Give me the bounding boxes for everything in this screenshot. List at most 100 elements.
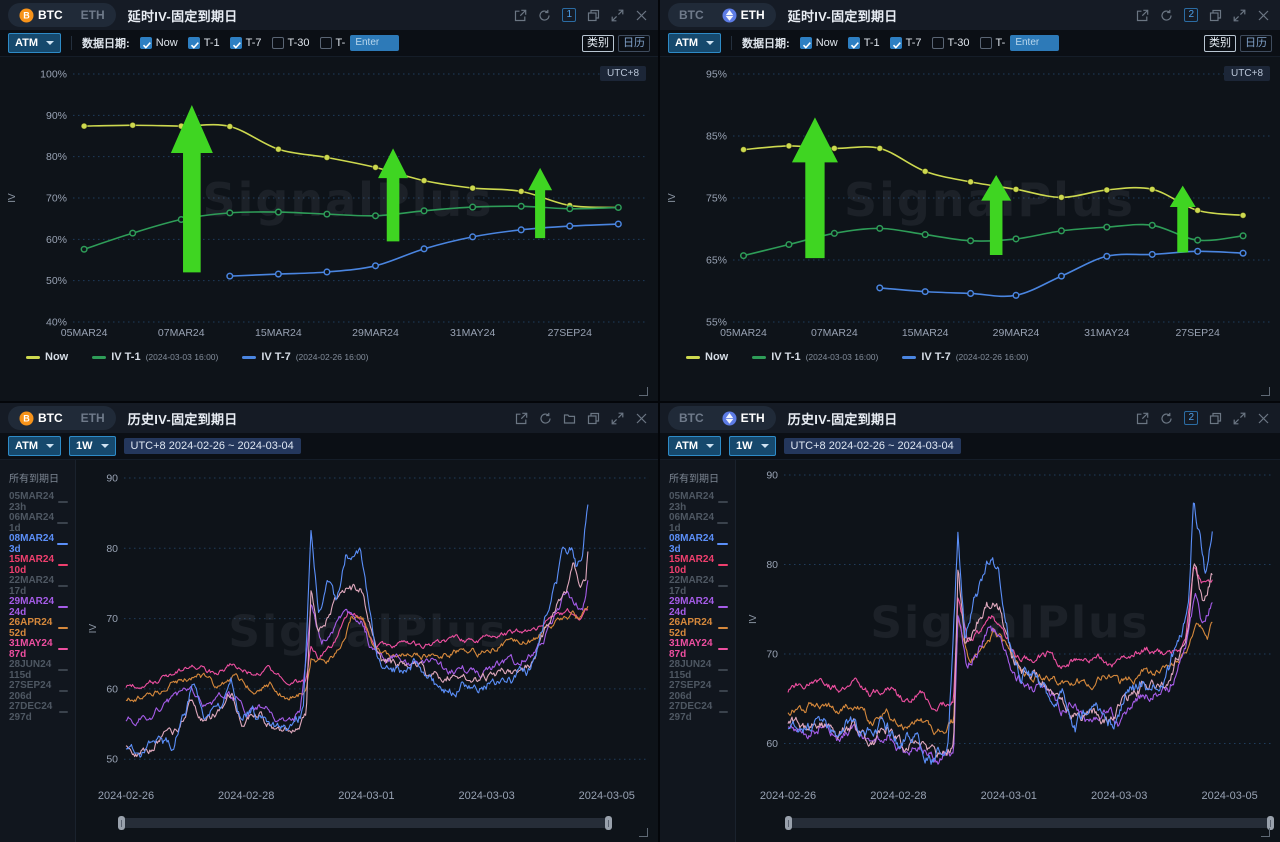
checkbox-now[interactable]: Now xyxy=(140,37,178,49)
legend-item[interactable]: IV T-7(2024-02-26 16:00) xyxy=(902,351,1028,363)
coin-btc-toggle[interactable]: BBTC xyxy=(10,3,72,27)
restore-icon[interactable] xyxy=(1209,9,1222,22)
custom-date-input[interactable]: Enter xyxy=(350,35,399,51)
btc-delayed-iv-chart[interactable]: 40%50%60%70%80%90%100%05MAR2407MAR2415MA… xyxy=(0,0,658,401)
period-select[interactable]: 1W xyxy=(729,436,776,456)
expiry-item[interactable]: 08MAR24 3d xyxy=(660,533,735,554)
expiry-item[interactable]: 26APR24 52d xyxy=(0,617,75,638)
expiry-item[interactable]: 05MAR24 23h xyxy=(660,491,735,512)
external-link-icon[interactable] xyxy=(1136,9,1149,22)
expiry-item[interactable]: 27SEP24 206d xyxy=(660,680,735,701)
expiry-label: 22MAR24 17d xyxy=(9,575,58,597)
time-range-slider[interactable] xyxy=(785,818,1274,828)
expiry-item[interactable]: 26APR24 52d xyxy=(660,617,735,638)
expand-icon[interactable] xyxy=(1233,9,1246,22)
period-select[interactable]: 1W xyxy=(69,436,116,456)
tab-count-badge[interactable]: 1 xyxy=(562,8,576,22)
coin-btc-toggle[interactable]: BTC xyxy=(670,406,713,430)
expand-icon[interactable] xyxy=(611,9,624,22)
expiry-item[interactable]: 22MAR24 17d xyxy=(0,575,75,596)
checkbox-t-7[interactable]: T-7 xyxy=(230,37,262,49)
checkbox-t[interactable]: T- xyxy=(980,37,1006,49)
close-icon[interactable] xyxy=(1257,9,1270,22)
calendar-button[interactable]: 日历 xyxy=(1240,35,1272,52)
expiry-item[interactable]: 05MAR24 23h xyxy=(0,491,75,512)
refresh-icon[interactable] xyxy=(1160,412,1173,425)
external-link-icon[interactable] xyxy=(514,9,527,22)
expiry-item[interactable]: 15MAR24 10d xyxy=(660,554,735,575)
refresh-icon[interactable] xyxy=(1160,9,1173,22)
slider-handle-right[interactable] xyxy=(605,816,612,830)
coin-eth-toggle[interactable]: ETH xyxy=(713,406,774,430)
checkbox-t-30[interactable]: T-30 xyxy=(272,37,310,49)
refresh-icon[interactable] xyxy=(538,9,551,22)
strike-mode-select[interactable]: ATM xyxy=(8,436,61,456)
svg-text:IV: IV xyxy=(7,193,18,203)
tab-count-badge[interactable]: 2 xyxy=(1184,411,1198,425)
eth-history-iv-chart[interactable]: 607080902024-02-262024-02-282024-03-0120… xyxy=(660,403,1280,842)
calendar-button[interactable]: 日历 xyxy=(618,35,650,52)
coin-eth-toggle[interactable]: ETH xyxy=(72,406,114,430)
tab-count-badge[interactable]: 2 xyxy=(1184,8,1198,22)
expiry-item[interactable]: 08MAR24 3d xyxy=(0,533,75,554)
coin-btc-toggle[interactable]: BBTC xyxy=(10,406,72,430)
strike-mode-select[interactable]: ATM xyxy=(668,33,721,53)
checkbox-t-7[interactable]: T-7 xyxy=(890,37,922,49)
strike-mode-select[interactable]: ATM xyxy=(668,436,721,456)
external-link-icon[interactable] xyxy=(1136,412,1149,425)
chevron-down-icon xyxy=(706,444,714,448)
restore-icon[interactable] xyxy=(587,9,600,22)
checkbox-t-30[interactable]: T-30 xyxy=(932,37,970,49)
eth-delayed-iv-chart[interactable]: 55%65%75%85%95%05MAR2407MAR2415MAR2429MA… xyxy=(660,0,1280,401)
category-button[interactable]: 类别 xyxy=(1204,35,1236,52)
expand-icon[interactable] xyxy=(611,412,624,425)
expiry-item[interactable]: 27DEC24 297d xyxy=(660,701,735,722)
coin-eth-toggle[interactable]: ETH xyxy=(72,3,114,27)
checkbox-now[interactable]: Now xyxy=(800,37,838,49)
category-button[interactable]: 类别 xyxy=(582,35,614,52)
legend-item[interactable]: IV T-7(2024-02-26 16:00) xyxy=(242,351,368,363)
resize-handle[interactable] xyxy=(639,828,648,837)
close-icon[interactable] xyxy=(1257,412,1270,425)
time-range-slider[interactable] xyxy=(118,818,612,828)
checkbox-t[interactable]: T- xyxy=(320,37,346,49)
coin-eth-toggle[interactable]: ETH xyxy=(713,3,774,27)
expiry-item[interactable]: 06MAR24 1d xyxy=(660,512,735,533)
restore-icon[interactable] xyxy=(1209,412,1222,425)
legend-item[interactable]: IV T-1(2024-03-03 16:00) xyxy=(92,351,218,363)
refresh-icon[interactable] xyxy=(539,412,552,425)
svg-text:50%: 50% xyxy=(46,275,67,287)
resize-handle[interactable] xyxy=(639,387,648,396)
expiry-item[interactable]: 28JUN24 115d xyxy=(660,659,735,680)
legend-item[interactable]: Now xyxy=(686,351,728,363)
slider-handle-left[interactable] xyxy=(785,816,792,830)
legend-item[interactable]: IV T-1(2024-03-03 16:00) xyxy=(752,351,878,363)
restore-icon[interactable] xyxy=(587,412,600,425)
legend-item[interactable]: Now xyxy=(26,351,68,363)
strike-mode-select[interactable]: ATM xyxy=(8,33,61,53)
custom-date-input[interactable]: Enter xyxy=(1010,35,1059,51)
expiry-item[interactable]: 31MAY24 87d xyxy=(660,638,735,659)
slider-handle-left[interactable] xyxy=(118,816,125,830)
checkbox-label: T-1 xyxy=(864,37,880,49)
expiry-item[interactable]: 28JUN24 115d xyxy=(0,659,75,680)
expiry-item[interactable]: 27DEC24 297d xyxy=(0,701,75,722)
expiry-item[interactable]: 22MAR24 17d xyxy=(660,575,735,596)
expiry-item[interactable]: 29MAR24 24d xyxy=(0,596,75,617)
checkbox-t-1[interactable]: T-1 xyxy=(188,37,220,49)
expiry-item[interactable]: 06MAR24 1d xyxy=(0,512,75,533)
close-icon[interactable] xyxy=(635,412,648,425)
external-link-icon[interactable] xyxy=(515,412,528,425)
folder-icon[interactable] xyxy=(563,412,576,425)
resize-handle[interactable] xyxy=(1261,828,1270,837)
resize-handle[interactable] xyxy=(1261,387,1270,396)
expiry-item[interactable]: 31MAY24 87d xyxy=(0,638,75,659)
expiry-item[interactable]: 15MAR24 10d xyxy=(0,554,75,575)
close-icon[interactable] xyxy=(635,9,648,22)
btc-history-iv-chart[interactable]: 50607080902024-02-262024-02-282024-03-01… xyxy=(0,403,658,842)
checkbox-t-1[interactable]: T-1 xyxy=(848,37,880,49)
coin-btc-toggle[interactable]: BTC xyxy=(670,3,713,27)
expand-icon[interactable] xyxy=(1233,412,1246,425)
expiry-item[interactable]: 27SEP24 206d xyxy=(0,680,75,701)
expiry-item[interactable]: 29MAR24 24d xyxy=(660,596,735,617)
